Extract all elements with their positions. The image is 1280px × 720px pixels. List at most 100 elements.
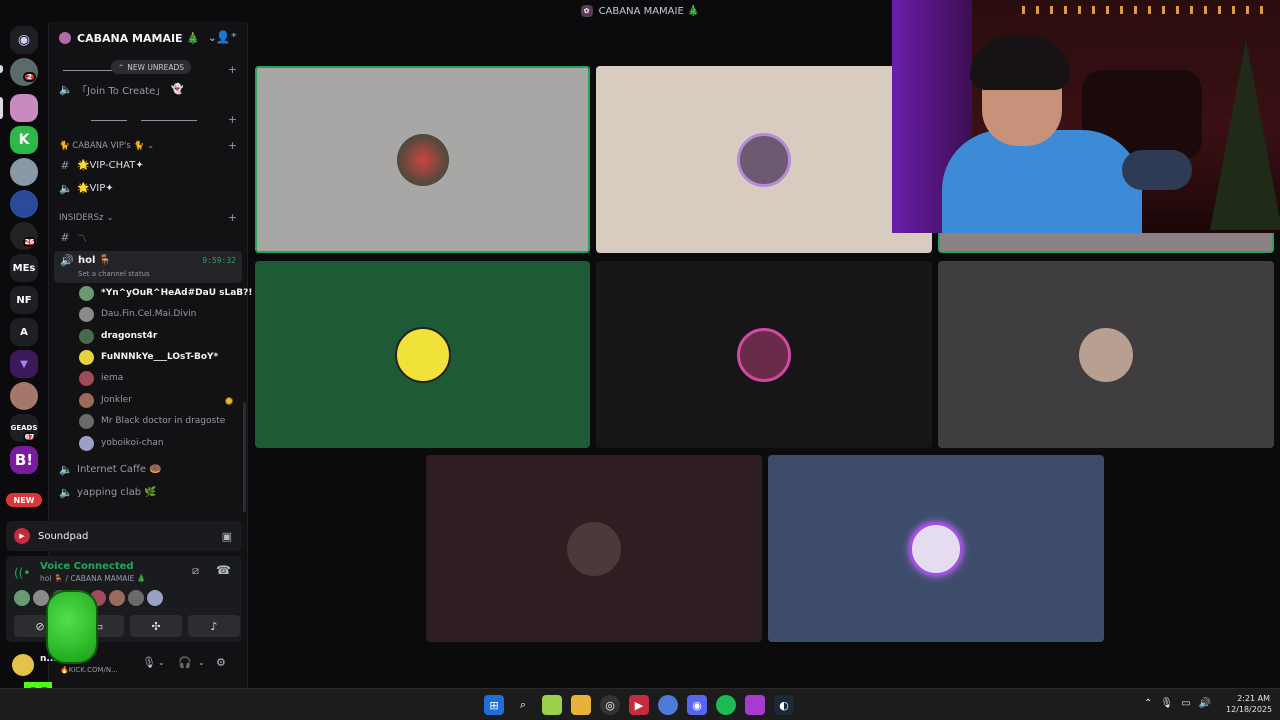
screen-icon[interactable]: ▣ xyxy=(222,530,232,543)
mention-badge: 2 xyxy=(23,72,36,82)
server-icon: ✿ xyxy=(580,5,593,17)
server-name: CABANA MAMAIE 🎄 xyxy=(77,31,201,45)
soundboard-button[interactable]: ♪ xyxy=(188,615,240,637)
spotify-icon[interactable] xyxy=(716,695,736,715)
soundpad-panel[interactable]: ▶ Soundpad ▣ xyxy=(6,521,242,551)
add-channel-icon[interactable]: + xyxy=(228,139,237,152)
avatar[interactable] xyxy=(128,590,144,606)
voice-connected-panel: ((• Voice Connected hol 🪑 / CABANA MAMAI… xyxy=(6,556,242,642)
notes-app-icon[interactable] xyxy=(542,695,562,715)
file-explorer-icon[interactable] xyxy=(571,695,591,715)
video-tile[interactable] xyxy=(255,66,590,253)
string-lights xyxy=(1022,6,1272,14)
wifi-icon[interactable]: ▭ xyxy=(1181,698,1190,709)
chevron-down-icon[interactable]: ⌄ xyxy=(158,658,165,667)
channel-yapping-clab[interactable]: 🔈 yapping clab 🌿 xyxy=(59,483,157,501)
video-tile[interactable] xyxy=(768,455,1104,642)
taskbar-clock[interactable]: 2:21 AM 12/18/2025 xyxy=(1226,693,1273,715)
channel-vip-chat[interactable]: # 🌟VIP-CHAT✦ xyxy=(59,156,144,174)
clock-time: 2:21 AM xyxy=(1237,694,1270,703)
server-header[interactable]: CABANA MAMAIE 🎄 ⌄ 👤⁺ xyxy=(49,22,249,54)
search-icon[interactable]: ⌕ xyxy=(513,695,533,715)
video-tile[interactable] xyxy=(596,66,932,253)
new-badge[interactable]: NEW xyxy=(6,493,42,507)
speaker-icon: 🔊 xyxy=(60,254,74,267)
channel-name: 🌟VIP-CHAT✦ xyxy=(77,159,144,171)
channel-name: 〽 xyxy=(77,233,87,245)
mic-icon[interactable]: 🎙 xyxy=(142,656,156,669)
signal-icon[interactable]: ((• xyxy=(14,566,30,580)
avatar[interactable] xyxy=(109,590,125,606)
disconnect-icon[interactable]: ☎ xyxy=(216,563,231,577)
category-insiders[interactable]: INSIDERSz ⌄ xyxy=(59,213,114,223)
chevron-down-icon[interactable]: ⌄ xyxy=(198,658,205,667)
channel-join-to-create[interactable]: 🔈 「Join To Create」 👻 xyxy=(59,80,184,98)
app-icon[interactable] xyxy=(745,695,765,715)
chevron-up-icon[interactable]: ⌃ xyxy=(1144,698,1152,709)
server-icon-a[interactable]: A xyxy=(10,318,38,346)
ghost-icon: 👻 xyxy=(171,83,184,95)
channel-status[interactable]: Set a channel status xyxy=(78,270,150,278)
mic-icon[interactable]: 🎙 xyxy=(1160,698,1173,709)
video-tile[interactable] xyxy=(938,261,1274,448)
discord-icon[interactable]: ◉ xyxy=(687,695,707,715)
voice-location[interactable]: hol 🪑 / CABANA MAMAIE 🎄 xyxy=(40,574,146,583)
noise-suppression-icon[interactable]: ⧄ xyxy=(192,564,199,578)
member-name: yoboikoi-chan xyxy=(101,438,164,448)
add-channel-icon[interactable]: + xyxy=(228,113,237,126)
server-icon-4[interactable] xyxy=(10,158,38,186)
channel-name: 🌟VIP✦ xyxy=(77,182,114,194)
server-icon-nf[interactable]: NF xyxy=(10,286,38,314)
chrome-icon[interactable] xyxy=(658,695,678,715)
member-name: *Yn^yOuR^HeAd#DaU sLaB?! xyxy=(101,288,253,298)
headphones-icon[interactable]: 🎧 xyxy=(178,656,192,669)
avatar[interactable] xyxy=(147,590,163,606)
voice-channel-hol[interactable]: 🔊 hol 🪑 9:59:32 Set a channel status xyxy=(54,251,242,283)
steam-icon[interactable]: ◐ xyxy=(774,695,794,715)
voice-member[interactable]: *Yn^yOuR^HeAd#DaU sLaB?! xyxy=(79,283,253,303)
soundpad-icon[interactable]: ▶ xyxy=(629,695,649,715)
new-unreads-pill[interactable]: ⌃ NEW UNREADS xyxy=(111,60,191,74)
member-name: iema xyxy=(101,373,124,383)
avatar xyxy=(909,521,963,576)
webcam-person-body xyxy=(942,130,1142,233)
discord-home-icon[interactable]: ◉ xyxy=(10,26,38,54)
server-icon-5[interactable] xyxy=(10,190,38,218)
avatar[interactable] xyxy=(12,654,34,676)
server-icon-10[interactable] xyxy=(10,382,38,410)
voice-member[interactable]: Jonkler xyxy=(79,390,233,410)
speaker-icon: 🔈 xyxy=(59,485,73,499)
obs-icon[interactable]: ◎ xyxy=(600,695,620,715)
server-icon-mes[interactable]: MEs xyxy=(10,254,38,282)
server-icon-kick[interactable]: K xyxy=(10,126,38,154)
server-icon-cabana[interactable] xyxy=(10,94,38,122)
avatar[interactable] xyxy=(14,590,30,606)
voice-member[interactable]: FuNNNkYe___LOsT-BoY* xyxy=(79,347,218,367)
sidebar-scrollbar[interactable] xyxy=(243,402,246,512)
category-label: INSIDERSz xyxy=(59,213,104,223)
activities-button[interactable]: ✣ xyxy=(130,615,182,637)
add-member-icon[interactable]: 👤⁺ xyxy=(216,30,237,44)
windows-start-icon[interactable]: ⊞ xyxy=(484,695,504,715)
channel-vip[interactable]: 🔈 🌟VIP✦ xyxy=(59,179,114,197)
voice-member[interactable]: Mr Black doctor in dragoste xyxy=(79,411,225,431)
video-tile[interactable] xyxy=(255,261,590,448)
voice-member[interactable]: Dau.Fin.Cel.Mai.Divin xyxy=(79,304,196,324)
channel-internet-caffe[interactable]: 🔈 Internet Caffe 🍩 xyxy=(59,460,162,478)
voice-member[interactable]: yoboikoi-chan xyxy=(79,433,164,453)
member-name: FuNNNkYe___LOsT-BoY* xyxy=(101,352,219,362)
volume-icon[interactable]: 🔊 xyxy=(1199,698,1211,709)
voice-member[interactable]: iema xyxy=(79,368,123,388)
server-icon-12[interactable]: B! xyxy=(10,446,38,474)
voice-member[interactable]: dragonst4r xyxy=(79,326,157,346)
channel-insiders-text[interactable]: # 〽 xyxy=(59,228,87,246)
add-channel-icon[interactable]: + xyxy=(228,211,237,224)
add-channel-icon[interactable]: + xyxy=(228,63,237,76)
video-tile[interactable] xyxy=(596,261,932,448)
clock-date: 12/18/2025 xyxy=(1226,705,1273,714)
gear-icon[interactable]: ⚙ xyxy=(216,656,226,669)
server-icon-9[interactable]: ▼ xyxy=(10,350,38,378)
category-cabana-vips[interactable]: 🐈 CABANA VIP's 🐈 ⌄ xyxy=(59,141,154,151)
video-tile[interactable] xyxy=(426,455,762,642)
selected-pill xyxy=(0,97,3,119)
